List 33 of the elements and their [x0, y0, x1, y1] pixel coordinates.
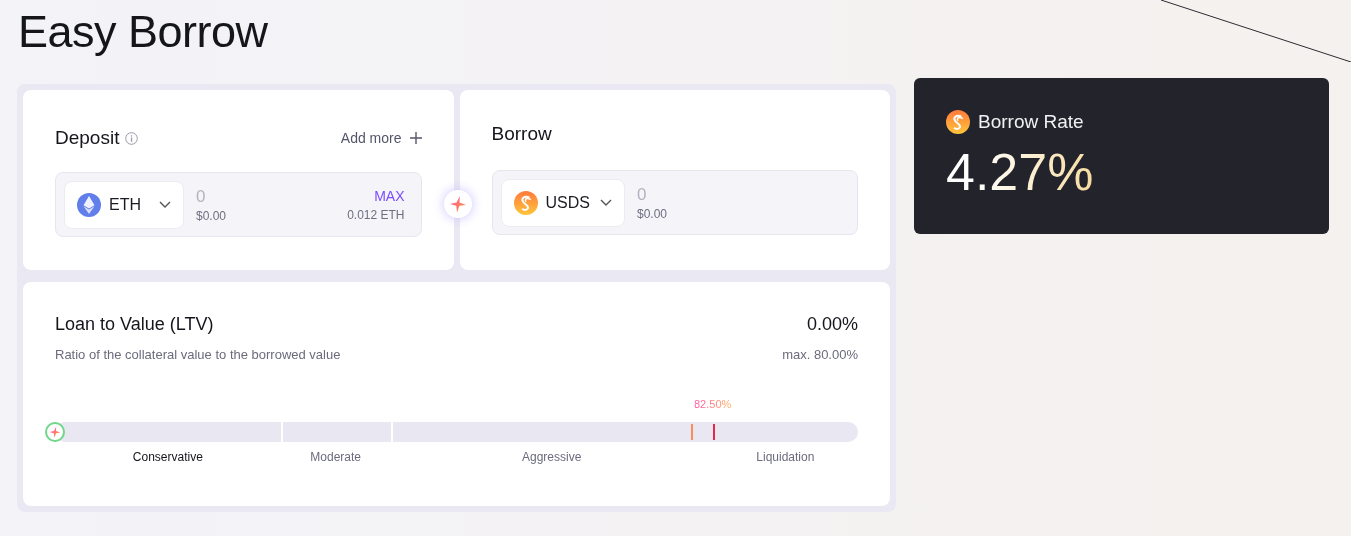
eth-token-icon: [77, 192, 101, 217]
plus-icon: [409, 132, 422, 144]
section-title: Loan to Value (LTV): [55, 314, 214, 335]
page-title: Easy Borrow: [18, 5, 268, 59]
risk-level-label[interactable]: Aggressive: [521, 450, 582, 464]
add-more-button[interactable]: Add more: [340, 130, 422, 146]
sparkle-icon: [49, 426, 61, 438]
sparkle-icon: [449, 195, 467, 213]
usds-token-icon: [946, 110, 970, 134]
max-button[interactable]: MAX: [374, 187, 405, 204]
chevron-down-icon: [159, 201, 171, 208]
amount-input[interactable]: 0: [196, 186, 316, 207]
usd-value: $0.00: [196, 208, 228, 223]
chevron-down-icon: [599, 199, 612, 206]
amount-input[interactable]: 0: [636, 184, 757, 205]
section-title: Borrow: [491, 123, 552, 145]
risk-level-label[interactable]: Conservative: [132, 450, 203, 464]
section-title: Deposit: [55, 127, 120, 149]
token-symbol: ETH: [109, 195, 141, 214]
rate-title: Borrow Rate: [978, 111, 1084, 133]
ltv-description: Ratio of the collateral value to the borrowed value: [55, 347, 341, 362]
token-selector[interactable]: ETH: [64, 180, 184, 229]
info-icon: [125, 131, 139, 145]
risk-level-label[interactable]: Liquidation: [756, 450, 815, 464]
token-selector[interactable]: USDS: [500, 178, 625, 227]
usd-value: $0.00: [636, 206, 668, 221]
usds-token-icon: [513, 190, 538, 215]
risk-level-label[interactable]: Moderate: [310, 450, 361, 464]
slider-thumb[interactable]: [45, 422, 65, 442]
max-ltv-text: max. 80.00%: [782, 347, 858, 362]
balance-text: 0.012 ETH: [347, 207, 405, 222]
ltv-value: 0.00%: [806, 314, 858, 335]
token-symbol: USDS: [545, 193, 590, 212]
